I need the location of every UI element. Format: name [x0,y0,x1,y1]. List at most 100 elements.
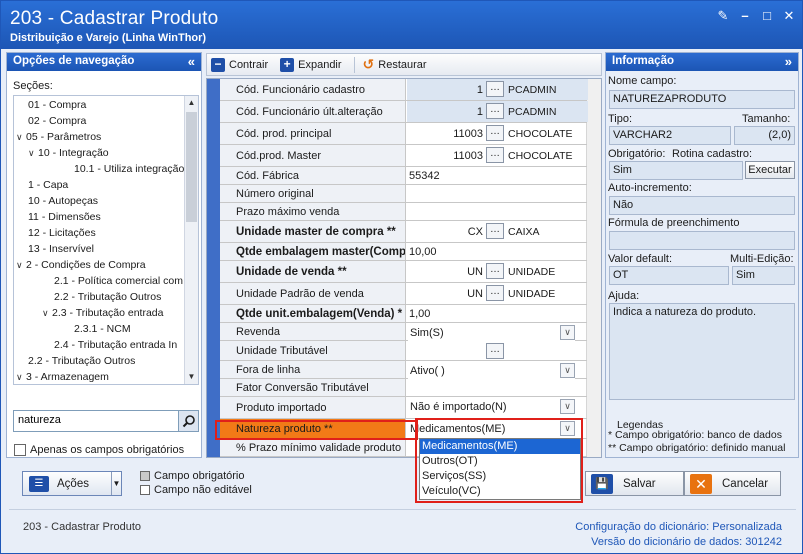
lookup-button[interactable]: … [486,103,504,119]
tree-scrollbar[interactable]: ▲ ▼ [184,96,198,384]
field-label[interactable]: Qtde unit.embalagem(Venda) * [220,305,406,322]
field-value[interactable]: 1… PCADMIN [407,79,588,100]
checkbox-box[interactable] [14,444,26,456]
tree-item[interactable]: 12 - Licitações [28,225,96,241]
lookup-button[interactable]: … [486,223,504,239]
search-button[interactable] [178,411,198,431]
field-value[interactable]: 11003… CHOCOLATE [407,145,588,166]
field-value[interactable]: UN… UNIDADE [407,261,588,282]
lookup-button[interactable]: … [486,125,504,141]
tree-item[interactable]: 2.3.1 - NCM [74,321,131,337]
tree-item[interactable]: 11 - Dimensões [28,209,101,225]
maximize-icon[interactable]: □ [760,9,774,23]
field-value[interactable] [407,379,588,396]
execute-button[interactable]: Executar [745,161,795,179]
field-value[interactable]: Ativo( ) ∨ [407,361,588,379]
field-label[interactable]: Fora de linha [220,361,406,378]
field-label[interactable]: Qtde embalagem master(Comp [220,243,406,260]
lookup-code[interactable]: 11003 [407,123,485,144]
field-label[interactable]: Revenda [220,323,406,340]
collapse-button[interactable]: − Contrair [207,54,276,75]
cancel-button[interactable]: ✕ Cancelar [684,471,781,496]
scroll-thumb[interactable] [186,112,197,222]
field-value[interactable]: Sim(S) ∨ [407,323,588,341]
chevron-down-icon[interactable]: ∨ [28,145,38,161]
field-value[interactable]: UN… UNIDADE [407,283,588,304]
expand-button[interactable]: + Expandir [276,54,349,75]
field-label[interactable]: Unidade Tributável [220,341,406,360]
dropdown-option[interactable]: Outros(OT) [420,454,580,469]
lookup-button[interactable]: … [486,343,504,359]
natureza-dropdown-list[interactable]: Medicamentos(ME) Outros(OT) Serviços(SS) Ve… [419,438,581,500]
search-input[interactable] [18,414,178,426]
chevron-down-icon[interactable]: ∨ [16,369,26,384]
close-icon[interactable]: ✕ [782,9,796,23]
dropdown-option[interactable]: Serviços(SS) [420,469,580,484]
chevron-down-icon[interactable]: ∨ [560,399,575,414]
edit-window-icon[interactable]: ✎ [716,9,730,23]
grid-scrollbar[interactable] [586,79,601,457]
field-label[interactable]: Unidade de venda ** [220,261,406,282]
lookup-code[interactable]: UN [407,283,485,304]
save-button[interactable]: 💾 Salvar [585,471,684,496]
tree-item[interactable]: 10.1 - Utiliza integração [74,161,184,177]
lookup-code[interactable]: UN [407,261,485,282]
field-value[interactable]: 10,00 [407,243,588,260]
field-label[interactable]: Cód.prod. Master [220,145,406,166]
tree-item[interactable]: 2.2 - Tributação Outros [28,353,135,369]
field-value[interactable]: 1,00 [407,305,588,322]
restore-button[interactable]: ↺ Restaurar [359,54,435,75]
field-value[interactable] [407,203,588,220]
field-label[interactable]: Número original [220,185,406,202]
chevron-down-icon[interactable]: ∨ [560,363,575,378]
field-label[interactable]: Prazo máximo venda [220,203,406,220]
field-label[interactable]: Cód. Funcionário cadastro [220,79,406,100]
dropdown-option[interactable]: Medicamentos(ME) [420,439,580,454]
chevron-down-icon[interactable]: ∨ [560,325,575,340]
field-label[interactable]: Cód. prod. principal [220,123,406,144]
chevron-down-icon[interactable]: ∨ [16,129,26,145]
field-value[interactable]: Não é importado(N) ∨ [407,397,588,418]
field-label[interactable]: Unidade master de compra ** [220,221,406,242]
chevron-down-icon[interactable]: ∨ [16,257,26,273]
field-label[interactable]: Cód. Fábrica [220,167,406,184]
chevron-down-icon[interactable]: ▼ [111,472,121,495]
chevron-down-icon[interactable]: ∨ [42,305,52,321]
lookup-button[interactable]: … [486,285,504,301]
field-value[interactable]: … [407,341,588,360]
scroll-down-icon[interactable]: ▼ [185,370,198,384]
tree-item[interactable]: ∨ 3 - Armazenagem [16,369,109,384]
lookup-code[interactable]: 1 [407,101,485,122]
tree-item[interactable]: ∨ 2.3 - Tributação entrada [42,305,164,321]
tree-item[interactable]: 01 - Compra [28,97,86,113]
field-label[interactable]: Fator Conversão Tributável [220,379,406,396]
field-value[interactable]: 55342 [407,167,588,184]
scroll-up-icon[interactable]: ▲ [185,96,198,110]
actions-button[interactable]: ☰ Ações ▼ [22,471,122,496]
tree-item[interactable]: ∨ 05 - Parâmetros [16,129,101,145]
tree-item[interactable]: 2.2 - Tributação Outros [54,289,161,305]
only-required-checkbox[interactable]: Apenas os campos obrigatórios [14,444,184,456]
tree-item[interactable]: 2.1 - Política comercial com [54,273,183,289]
dropdown-option[interactable]: Veículo(VC) [420,484,580,499]
minimize-icon[interactable]: – [738,9,752,23]
expand-panel-icon[interactable]: » [785,54,792,69]
lookup-code[interactable]: CX [407,221,485,242]
field-label[interactable]: Produto importado [220,397,406,418]
combo-box[interactable]: Sim(S) ∨ [408,325,575,341]
tree-item[interactable]: ∨ 2 - Condições de Compra [16,257,146,273]
field-value[interactable]: 1… PCADMIN [407,101,588,122]
field-value[interactable]: CX… CAIXA [407,221,588,242]
field-value[interactable] [407,185,588,202]
lookup-button[interactable]: … [486,263,504,279]
tree-item[interactable]: ∨ 10 - Integração [28,145,109,161]
lookup-code[interactable]: 11003 [407,145,485,166]
lookup-code[interactable]: 1 [407,79,485,100]
lookup-button[interactable]: … [486,147,504,163]
tree-item[interactable]: 10 - Autopeças [28,193,98,209]
tree-item[interactable]: 13 - Inservível [28,241,94,257]
lookup-button[interactable]: … [486,81,504,97]
combo-box[interactable]: Ativo( ) ∨ [408,363,575,379]
collapse-panel-icon[interactable]: « [188,54,195,69]
field-label[interactable]: Unidade Padrão de venda [220,283,406,304]
